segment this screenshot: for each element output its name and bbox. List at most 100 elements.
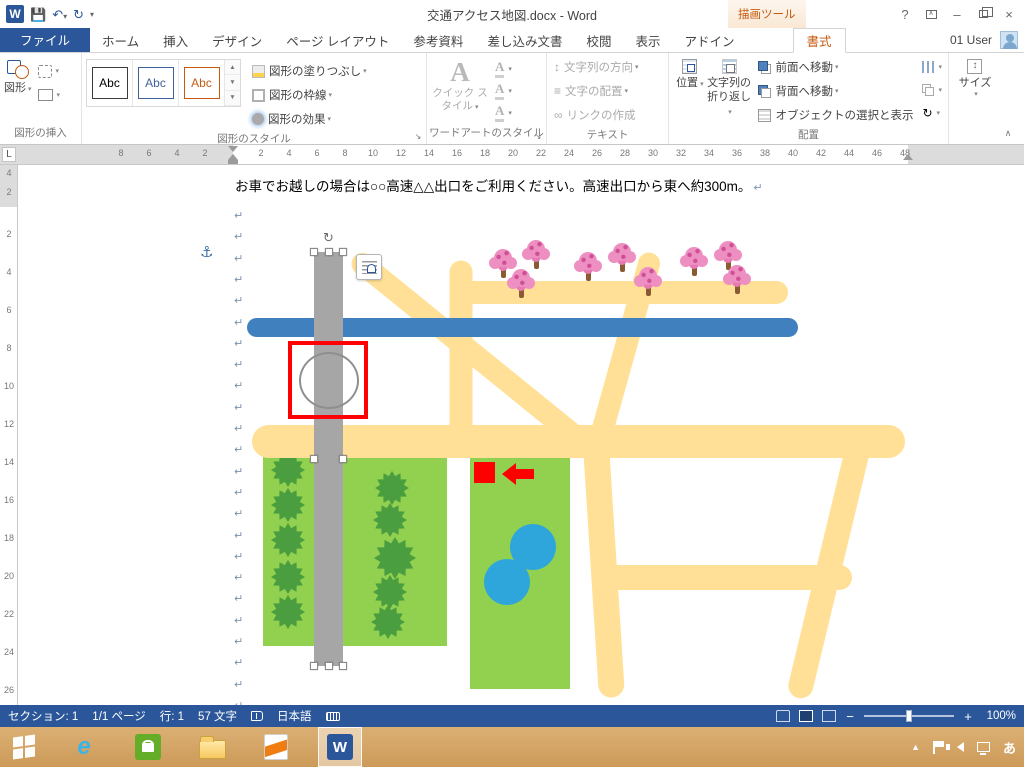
selection-handle[interactable] xyxy=(339,662,347,670)
shape-outline-button[interactable]: 図形の枠線▾ xyxy=(249,83,370,107)
bring-forward-button[interactable]: 前面へ移動▾ xyxy=(755,55,916,79)
taskbar-app-button[interactable] xyxy=(254,727,298,767)
text-box-button[interactable]: ▾ xyxy=(36,85,63,105)
shape-style-preset-2[interactable]: Abc xyxy=(133,60,179,106)
help-button[interactable]: ? xyxy=(892,3,918,25)
gallery-more-icon[interactable]: ▼ xyxy=(225,91,240,106)
right-indent-marker[interactable] xyxy=(903,154,913,160)
tab-アドイン[interactable]: アドイン xyxy=(672,28,746,52)
shapes-button[interactable]: 図形▾ xyxy=(4,55,32,125)
word-app-icon[interactable]: W xyxy=(6,5,24,23)
shape-style-preset-1[interactable]: Abc xyxy=(87,60,133,106)
selection-handle[interactable] xyxy=(310,662,318,670)
print-layout-button[interactable] xyxy=(799,710,813,722)
pond-circle[interactable] xyxy=(484,559,530,605)
group-objects-button[interactable]: ▾ xyxy=(920,80,944,100)
tab-挿入[interactable]: 挿入 xyxy=(151,28,200,52)
edit-shape-button[interactable]: ▾ xyxy=(36,61,63,81)
zoom-slider[interactable] xyxy=(864,715,954,717)
wordart-quick-styles-button[interactable]: A クイック スタイル▾ xyxy=(431,55,489,125)
tab-ホーム[interactable]: ホーム xyxy=(90,28,151,52)
text-direction-button[interactable]: ↕文字列の方向▾ xyxy=(551,55,664,79)
zoom-out-button[interactable]: − xyxy=(845,709,855,724)
wrap-text-button[interactable]: 文字列の折り返し▾ xyxy=(707,55,752,127)
text-fill-button[interactable]: A▾ xyxy=(493,59,514,79)
destination-marker[interactable] xyxy=(474,462,495,483)
document-page[interactable]: お車でお越しの場合は○○高速△△出口をご利用ください。高速出口から東へ約300m… xyxy=(0,165,1024,705)
align-objects-button[interactable]: ▾ xyxy=(920,57,944,77)
rotary-circle[interactable] xyxy=(299,352,359,409)
network-icon[interactable] xyxy=(977,742,990,752)
size-button[interactable]: ↕ サイズ ▾ xyxy=(959,55,992,125)
hidden-icons-button[interactable]: ▲ xyxy=(911,742,920,752)
status-page-number[interactable]: 1/1 ページ xyxy=(92,708,145,724)
dialog-launcher-icon[interactable]: ↘ xyxy=(532,130,544,142)
minimize-button[interactable]: – xyxy=(944,3,970,25)
volume-icon[interactable] xyxy=(957,742,964,752)
selection-handle[interactable] xyxy=(325,248,333,256)
selection-pane-button[interactable]: オブジェクトの選択と表示 xyxy=(755,103,916,127)
status-line-number[interactable]: 行: 1 xyxy=(160,708,184,724)
user-name[interactable]: 01 User xyxy=(950,33,992,47)
selection-handle[interactable] xyxy=(310,455,318,463)
road-main-horizontal[interactable] xyxy=(252,425,905,458)
status-language[interactable]: 日本語 xyxy=(277,708,312,724)
close-button[interactable]: × xyxy=(996,3,1022,25)
gallery-up-icon[interactable]: ▲ xyxy=(225,60,240,75)
status-word-count[interactable]: 57 文字 xyxy=(198,708,237,724)
redo-button[interactable]: ↻ xyxy=(73,8,84,21)
ribbon-display-options-button[interactable] xyxy=(918,3,944,25)
first-line-indent-marker[interactable] xyxy=(228,146,238,152)
collapse-ribbon-button[interactable]: ∧ xyxy=(1000,126,1016,140)
keyboard-icon[interactable] xyxy=(326,712,340,721)
direction-arrow[interactable] xyxy=(502,463,534,485)
selection-handle[interactable] xyxy=(310,248,318,256)
taskbar-explorer-button[interactable] xyxy=(190,727,234,767)
selection-handle[interactable] xyxy=(325,662,333,670)
text-effects-button[interactable]: A▾ xyxy=(493,103,514,123)
tab-file[interactable]: ファイル xyxy=(0,27,90,52)
tab-selector-box[interactable]: L xyxy=(2,147,16,162)
v-ruler[interactable]: 422468101214161820222426 xyxy=(0,165,18,705)
cherry-tree[interactable] xyxy=(632,266,664,300)
cherry-tree[interactable] xyxy=(721,264,753,298)
tab-ページ レイアウト[interactable]: ページ レイアウト xyxy=(274,28,401,52)
tab-表示[interactable]: 表示 xyxy=(623,28,672,52)
shape-effects-button[interactable]: 図形の効果▾ xyxy=(249,107,370,131)
web-layout-button[interactable] xyxy=(822,710,836,722)
undo-button[interactable]: ↶▾ xyxy=(52,8,67,21)
tab-format-active[interactable]: 書式 xyxy=(793,28,846,53)
save-button[interactable]: 💾 xyxy=(30,8,46,21)
layout-options-button[interactable] xyxy=(356,254,382,280)
action-center-icon[interactable] xyxy=(933,741,944,754)
restore-button[interactable] xyxy=(970,3,996,25)
read-mode-button[interactable] xyxy=(776,710,790,722)
shape-fill-button[interactable]: 図形の塗りつぶし▾ xyxy=(249,59,370,83)
cherry-tree[interactable] xyxy=(505,268,537,302)
position-button[interactable]: 位置▾ xyxy=(673,55,707,127)
tab-デザイン[interactable]: デザイン xyxy=(200,28,274,52)
document-body-text[interactable]: お車でお越しの場合は○○高速△△出口をご利用ください。高速出口から東へ約300m… xyxy=(235,175,763,195)
selection-handle[interactable] xyxy=(339,455,347,463)
h-ruler[interactable]: L 24682468101214161820222426283032343638… xyxy=(0,145,1024,165)
create-link-button[interactable]: ∞リンクの作成 xyxy=(551,103,664,127)
start-button[interactable] xyxy=(0,727,48,767)
cherry-tree[interactable] xyxy=(678,246,710,280)
taskbar-word-button[interactable]: W xyxy=(318,727,362,767)
align-text-button[interactable]: ≡文字の配置▾ xyxy=(551,79,664,103)
zoom-in-button[interactable]: + xyxy=(963,709,973,724)
left-indent-marker[interactable] xyxy=(228,160,238,164)
rotate-objects-button[interactable]: ↻▾ xyxy=(920,103,944,123)
text-outline-button[interactable]: A▾ xyxy=(493,81,514,101)
tab-参考資料[interactable]: 参考資料 xyxy=(401,28,475,52)
zoom-level[interactable]: 100% xyxy=(982,710,1016,722)
user-avatar[interactable] xyxy=(1000,31,1018,49)
customize-qat-button[interactable]: ▾ xyxy=(90,10,94,19)
tab-差し込み文書[interactable]: 差し込み文書 xyxy=(475,28,574,52)
dialog-launcher-icon[interactable]: ↘ xyxy=(412,130,424,142)
cherry-tree[interactable] xyxy=(572,251,604,285)
taskbar-store-button[interactable] xyxy=(126,727,170,767)
ime-mode-indicator[interactable]: あ xyxy=(1003,738,1016,757)
send-backward-button[interactable]: 背面へ移動▾ xyxy=(755,79,916,103)
selection-handle[interactable] xyxy=(339,248,347,256)
